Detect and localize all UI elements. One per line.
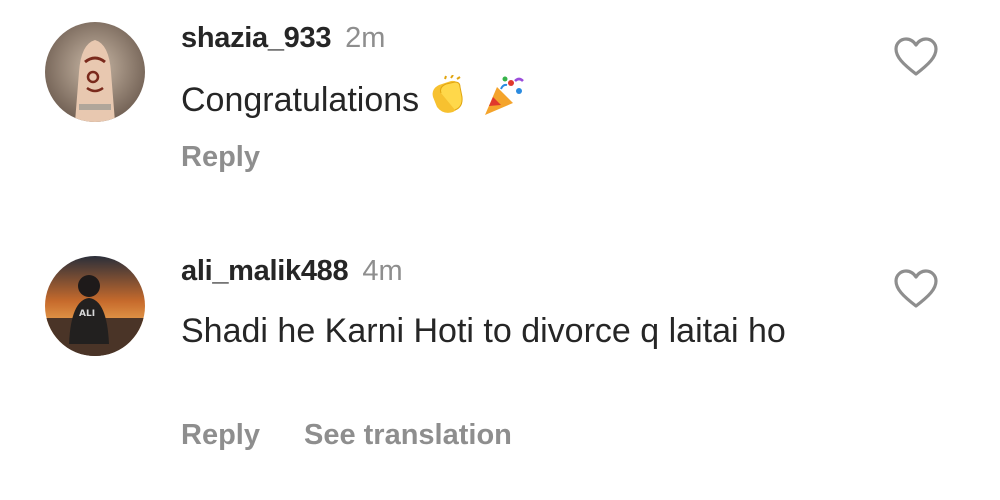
see-translation-button[interactable]: See translation [304, 419, 512, 451]
heart-outline-icon[interactable] [893, 268, 939, 310]
username[interactable]: shazia_933 [181, 22, 331, 54]
username[interactable]: ali_malik488 [181, 255, 349, 287]
party-popper-icon [481, 75, 527, 129]
comment-item: shazia_933 2m Congratulations Reply [0, 0, 1000, 230]
timestamp: 2m [345, 22, 386, 54]
comment-text: Shadi he Karni Hoti to divorce q laitai … [181, 308, 841, 354]
comment-actions: Reply See translation [181, 418, 512, 452]
avatar-henna-hand-icon [45, 22, 145, 122]
comment-text: Congratulations [181, 74, 841, 129]
clapping-hands-icon [427, 74, 473, 129]
comment-actions: Reply [181, 140, 260, 174]
reply-button[interactable]: Reply [181, 419, 260, 451]
comment-body: Shadi he Karni Hoti to divorce q laitai … [181, 312, 786, 350]
comment-item: ALI ali_malik488 4m Shadi he Karni Hoti t… [0, 230, 1000, 500]
reply-button[interactable]: Reply [181, 141, 260, 173]
heart-outline-icon[interactable] [893, 36, 939, 78]
avatar-boy-sunset-icon: ALI [45, 256, 145, 356]
comment-body: Congratulations [181, 81, 420, 119]
comment-meta: shazia_933 2m [181, 21, 385, 55]
avatar[interactable]: ALI [45, 256, 145, 356]
avatar-caption: ALI [79, 309, 95, 319]
timestamp: 4m [362, 255, 403, 287]
comment-meta: ali_malik488 4m [181, 254, 403, 288]
avatar[interactable] [45, 22, 145, 122]
